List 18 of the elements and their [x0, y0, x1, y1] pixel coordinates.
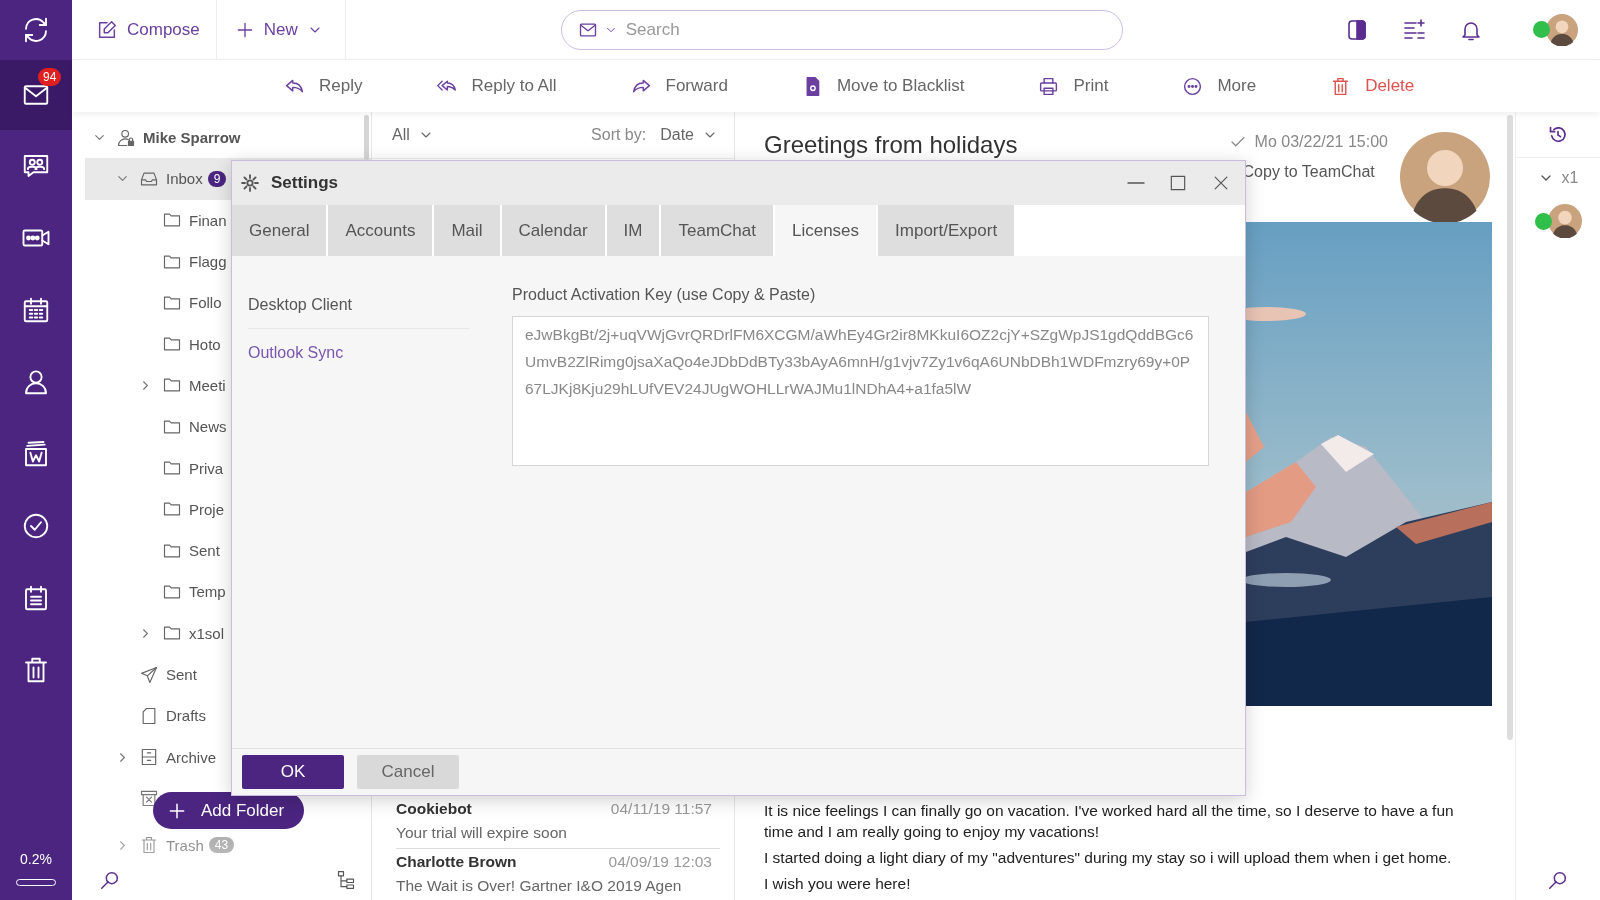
dialog-title: Settings	[271, 173, 339, 193]
email-subject: Greetings from holidays	[764, 131, 1018, 160]
sender-name: Cookiebot	[396, 800, 472, 818]
storage-usage-text: 0.2%	[19, 851, 53, 867]
unread-count-badge: 94	[38, 68, 62, 86]
count-badge: 9	[207, 170, 227, 187]
message-date: 04/09/19 12:03	[608, 853, 712, 871]
count-badge: 43	[208, 837, 235, 854]
sender-name: Charlotte Brown	[396, 853, 517, 871]
field-label: Product Activation Key (use Copy & Paste)	[512, 286, 817, 304]
sort-label: Sort by:	[591, 126, 647, 144]
message-date: 04/11/19 11:57	[610, 800, 712, 818]
message-preview: Your trial will expire soon	[396, 823, 568, 843]
email-date: Mo 03/22/21 15:00	[1254, 133, 1388, 151]
message-preview: The Wait is Over! Gartner I&O 2019 Agen	[396, 876, 683, 896]
body-paragraph: I wish you were here!	[764, 874, 912, 894]
body-paragraph: It is nice feelings I can finally go on vacation. I've worked hard all the time, so I deserve to have a fun time and I am really going to enjoy my vacations!	[764, 801, 1455, 842]
body-paragraph: I started doing a light diary of my "adventures" during my stay so i will upload them when i get home.	[764, 848, 1453, 868]
